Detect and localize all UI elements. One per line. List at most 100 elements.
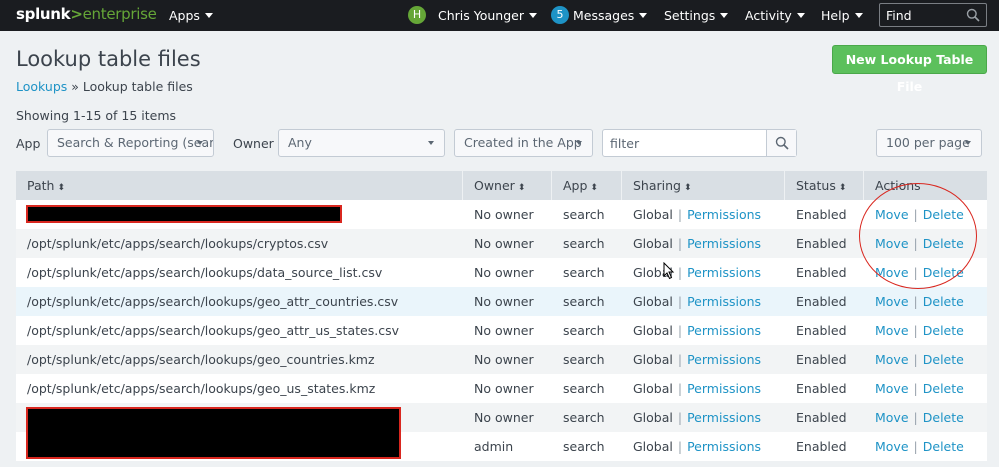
owner-value: No owner bbox=[474, 265, 534, 280]
cell-owner: No owner bbox=[463, 345, 552, 374]
redaction-block bbox=[26, 205, 342, 223]
breadcrumb: Lookups » Lookup table files bbox=[16, 79, 193, 94]
column-header-app[interactable]: App ⬍ bbox=[552, 171, 622, 200]
cell-sharing: Global | Permissions bbox=[622, 229, 785, 258]
delete-link[interactable]: Delete bbox=[923, 294, 964, 309]
search-icon bbox=[775, 136, 789, 150]
move-link[interactable]: Move bbox=[875, 236, 909, 251]
sharing-value: Global bbox=[633, 236, 673, 251]
cell-owner: No owner bbox=[463, 316, 552, 345]
user-menu[interactable]: Chris Younger bbox=[438, 8, 537, 23]
owner-value: No owner bbox=[474, 410, 534, 425]
cell-path: /opt/splunk/etc/apps/search/lookups/geo_… bbox=[16, 374, 463, 403]
status-value: Enabled bbox=[796, 410, 847, 425]
permissions-link[interactable]: Permissions bbox=[687, 323, 761, 338]
messages-count-badge: 5 bbox=[551, 6, 569, 24]
per-page-dropdown[interactable]: 100 per page bbox=[876, 129, 982, 157]
separator: | bbox=[677, 323, 683, 338]
column-header-label: Status bbox=[796, 178, 836, 193]
separator: | bbox=[913, 207, 918, 222]
cell-status: Enabled bbox=[785, 403, 864, 432]
messages-menu[interactable]: Messages bbox=[573, 8, 648, 23]
permissions-link[interactable]: Permissions bbox=[687, 294, 761, 309]
permissions-link[interactable]: Permissions bbox=[687, 352, 761, 367]
status-value: Enabled bbox=[796, 265, 847, 280]
filter-search-button[interactable] bbox=[766, 130, 796, 156]
move-link[interactable]: Move bbox=[875, 439, 909, 454]
move-link[interactable]: Move bbox=[875, 265, 909, 280]
search-icon[interactable] bbox=[966, 8, 980, 22]
cell-owner: No owner bbox=[463, 403, 552, 432]
delete-link[interactable]: Delete bbox=[923, 439, 964, 454]
app-value: search bbox=[563, 265, 605, 280]
find-input[interactable] bbox=[886, 7, 966, 24]
apps-menu[interactable]: Apps bbox=[169, 8, 213, 23]
created-in-app-value: Created in the App bbox=[464, 135, 582, 150]
delete-link[interactable]: Delete bbox=[923, 381, 964, 396]
separator: | bbox=[913, 236, 918, 251]
owner-value: No owner bbox=[474, 294, 534, 309]
redaction-block bbox=[26, 407, 401, 459]
cell-owner: No owner bbox=[463, 374, 552, 403]
permissions-link[interactable]: Permissions bbox=[687, 207, 761, 222]
column-header-path[interactable]: Path ⬍ bbox=[16, 171, 463, 200]
separator: | bbox=[677, 439, 683, 454]
splunk-logo[interactable]: splunk>enterprise bbox=[16, 5, 157, 23]
table-row: /opt/splunk/etc/apps/search/lookups/geo_… bbox=[16, 374, 987, 403]
app-value: search bbox=[563, 323, 605, 338]
separator: | bbox=[677, 236, 683, 251]
permissions-link[interactable]: Permissions bbox=[687, 439, 761, 454]
column-header-owner[interactable]: Owner ⬍ bbox=[463, 171, 552, 200]
cell-actions: Move | Delete bbox=[864, 345, 987, 374]
column-header-status[interactable]: Status ⬍ bbox=[785, 171, 864, 200]
cell-sharing: Global | Permissions bbox=[622, 432, 785, 461]
help-menu[interactable]: Help bbox=[821, 8, 863, 23]
delete-link[interactable]: Delete bbox=[923, 265, 964, 280]
column-header-sharing[interactable]: Sharing ⬍ bbox=[622, 171, 785, 200]
permissions-link[interactable]: Permissions bbox=[687, 410, 761, 425]
permissions-link[interactable]: Permissions bbox=[687, 236, 761, 251]
move-link[interactable]: Move bbox=[875, 323, 909, 338]
owner-filter-dropdown[interactable]: Any bbox=[278, 129, 445, 157]
delete-link[interactable]: Delete bbox=[923, 207, 964, 222]
mouse-cursor-icon bbox=[663, 262, 675, 280]
owner-value: No owner bbox=[474, 323, 534, 338]
cell-sharing: Global | Permissions bbox=[622, 200, 785, 229]
column-header-label: App bbox=[563, 178, 588, 193]
move-link[interactable]: Move bbox=[875, 381, 909, 396]
column-header-label: Sharing bbox=[633, 178, 681, 193]
activity-menu[interactable]: Activity bbox=[745, 8, 805, 23]
cell-app: search bbox=[552, 345, 622, 374]
cell-sharing: Global | Permissions bbox=[622, 374, 785, 403]
cell-owner: No owner bbox=[463, 287, 552, 316]
move-link[interactable]: Move bbox=[875, 352, 909, 367]
move-link[interactable]: Move bbox=[875, 294, 909, 309]
separator: | bbox=[677, 294, 683, 309]
delete-link[interactable]: Delete bbox=[923, 236, 964, 251]
new-lookup-table-file-button[interactable]: New Lookup Table File bbox=[832, 45, 987, 94]
filter-input[interactable] bbox=[610, 135, 760, 152]
sharing-value: Global bbox=[633, 381, 673, 396]
cell-actions: Move | Delete bbox=[864, 374, 987, 403]
delete-link[interactable]: Delete bbox=[923, 323, 964, 338]
permissions-link[interactable]: Permissions bbox=[687, 265, 761, 280]
breadcrumb-current: Lookup table files bbox=[82, 79, 193, 94]
path-value: /opt/splunk/etc/apps/search/lookups/geo_… bbox=[27, 381, 376, 396]
delete-link[interactable]: Delete bbox=[923, 352, 964, 367]
cell-actions: Move | Delete bbox=[864, 403, 987, 432]
created-in-app-dropdown[interactable]: Created in the App bbox=[454, 129, 593, 157]
move-link[interactable]: Move bbox=[875, 207, 909, 222]
breadcrumb-lookups-link[interactable]: Lookups bbox=[16, 79, 67, 94]
permissions-link[interactable]: Permissions bbox=[687, 381, 761, 396]
app-filter-value: Search & Reporting (search) bbox=[57, 135, 214, 150]
app-value: search bbox=[563, 381, 605, 396]
move-link[interactable]: Move bbox=[875, 410, 909, 425]
chevron-down-icon bbox=[576, 141, 582, 145]
cell-owner: No owner bbox=[463, 229, 552, 258]
settings-menu[interactable]: Settings bbox=[664, 8, 729, 23]
chevron-down-icon bbox=[796, 13, 805, 18]
table-row: /opt/splunk/etc/apps/search/lookups/geo_… bbox=[16, 345, 987, 374]
cell-path: /opt/splunk/etc/apps/search/lookups/geo_… bbox=[16, 287, 463, 316]
delete-link[interactable]: Delete bbox=[923, 410, 964, 425]
app-filter-dropdown[interactable]: Search & Reporting (search) bbox=[47, 129, 214, 157]
